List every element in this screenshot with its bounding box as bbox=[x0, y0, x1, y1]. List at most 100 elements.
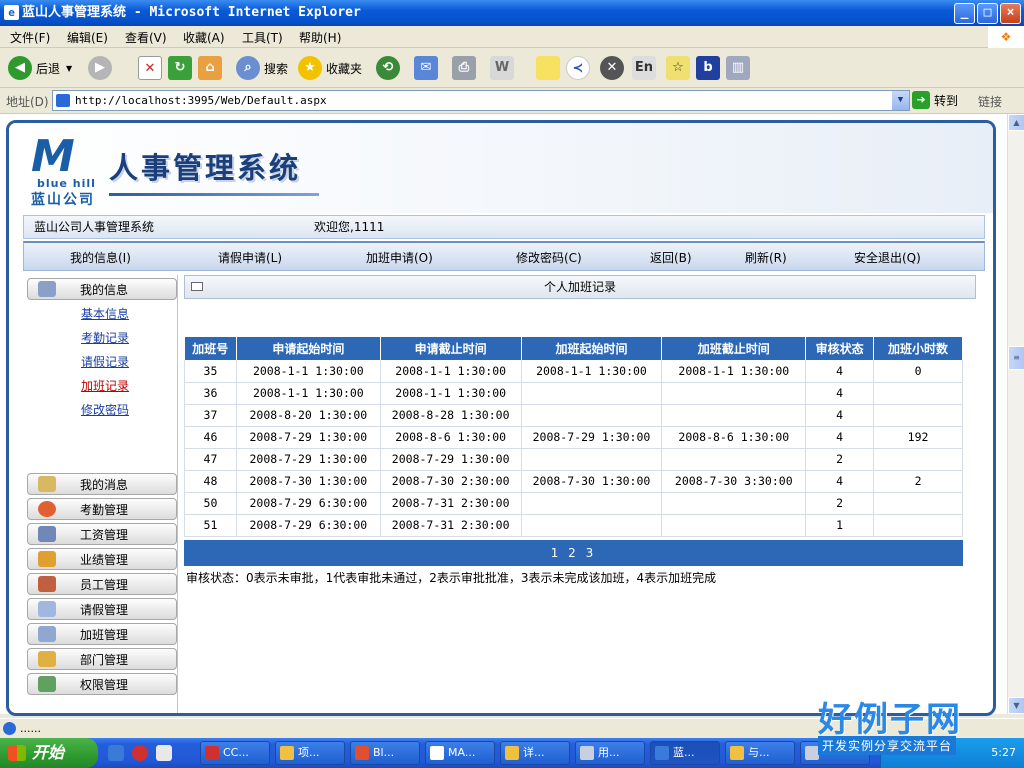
task-label: 用... bbox=[598, 746, 620, 759]
task-item[interactable]: CC... bbox=[200, 741, 270, 765]
search-button[interactable]: ⌕ 搜索 bbox=[236, 54, 288, 82]
watermark-subtitle: 开发实例分享交流平台 bbox=[818, 736, 957, 755]
clock[interactable]: 5:27 bbox=[991, 746, 1016, 759]
search-label: 搜索 bbox=[264, 61, 289, 76]
star-icon: ★ bbox=[298, 56, 322, 80]
task-item[interactable]: 详... bbox=[500, 741, 570, 765]
sidebar-group-leave[interactable]: 请假管理 bbox=[27, 598, 177, 620]
menu-tools[interactable]: 工具(T) bbox=[242, 29, 283, 46]
sidebar-item-attendance[interactable]: 考勤记录 bbox=[81, 329, 129, 346]
pager[interactable]: 1 2 3 bbox=[184, 540, 963, 566]
scroll-down-icon[interactable]: ▼ bbox=[1008, 697, 1024, 714]
tool-b-icon: b bbox=[696, 56, 720, 80]
nav-leave-apply[interactable]: 请假申请(L) bbox=[218, 249, 282, 266]
notes-button[interactable] bbox=[536, 54, 560, 82]
col-header: 加班小时数 bbox=[873, 337, 963, 360]
table-cell: 51 bbox=[184, 514, 237, 537]
table-cell bbox=[661, 492, 807, 515]
task-label: CC... bbox=[223, 746, 249, 759]
close-tab-button[interactable]: ✕ bbox=[600, 54, 624, 82]
sidebar-group-label: 员工管理 bbox=[80, 577, 129, 592]
sidebar-group-performance[interactable]: 业绩管理 bbox=[27, 548, 177, 570]
sidebar-group-departments[interactable]: 部门管理 bbox=[27, 648, 177, 670]
history-button[interactable]: ⟲ bbox=[376, 54, 400, 82]
sidebar-group-attendance[interactable]: 考勤管理 bbox=[27, 498, 177, 520]
links-button[interactable]: 链接 bbox=[978, 93, 1002, 110]
address-input[interactable]: http://localhost:3995/Web/Default.aspx ▼ bbox=[52, 90, 910, 111]
task-item[interactable]: Bl... bbox=[350, 741, 420, 765]
edit-button[interactable]: W bbox=[490, 54, 514, 82]
tool-1-button[interactable]: En bbox=[632, 54, 656, 82]
sidebar-item-basic-info[interactable]: 基本信息 bbox=[81, 305, 129, 322]
menu-favorites[interactable]: 收藏(A) bbox=[183, 29, 225, 46]
sidebar-group-label: 请假管理 bbox=[80, 602, 129, 617]
col-header: 加班号 bbox=[184, 337, 237, 360]
task-item[interactable]: 项... bbox=[275, 741, 345, 765]
vertical-scrollbar[interactable]: ▲ ≡ ▼ bbox=[1007, 114, 1024, 714]
menu-help[interactable]: 帮助(H) bbox=[299, 29, 341, 46]
stop-button[interactable]: ✕ bbox=[138, 54, 162, 82]
nav-overtime-apply[interactable]: 加班申请(O) bbox=[366, 249, 433, 266]
performance-icon bbox=[38, 551, 56, 567]
table-row: 50 2008-7-29 6:30:00 2008-7-31 2:30:00 2 bbox=[184, 492, 963, 515]
forward-button[interactable]: ▶ bbox=[88, 54, 112, 82]
home-button[interactable]: ⌂ bbox=[198, 54, 222, 82]
print-button[interactable]: ⎙ bbox=[452, 54, 476, 82]
sidebar-item-overtime-records[interactable]: 加班记录 bbox=[81, 377, 129, 394]
nav-back[interactable]: 返回(B) bbox=[650, 249, 692, 266]
sidebar-group-messages[interactable]: 我的消息 bbox=[27, 473, 177, 495]
favorites-button[interactable]: ★ 收藏夹 bbox=[298, 54, 362, 82]
nav-change-password[interactable]: 修改密码(C) bbox=[516, 249, 582, 266]
task-item[interactable]: 与... bbox=[725, 741, 795, 765]
sidebar-item-change-password[interactable]: 修改密码 bbox=[81, 401, 129, 418]
sidebar-group-salary[interactable]: 工资管理 bbox=[27, 523, 177, 545]
sidebar-group-overtime[interactable]: 加班管理 bbox=[27, 623, 177, 645]
table-row: 35 2008-1-1 1:30:00 2008-1-1 1:30:00 2008-1… bbox=[184, 360, 963, 383]
minimize-button[interactable]: _ bbox=[954, 3, 975, 24]
menu-bar: 文件(F) 编辑(E) 查看(V) 收藏(A) 工具(T) 帮助(H) bbox=[0, 26, 1024, 48]
tool-2-button[interactable]: ☆ bbox=[666, 54, 690, 82]
watermark-logo: 好例子网 开发实例分享交流平台 bbox=[818, 692, 990, 762]
menu-file[interactable]: 文件(F) bbox=[10, 29, 50, 46]
nav-refresh[interactable]: 刷新(R) bbox=[745, 249, 787, 266]
scroll-thumb[interactable]: ≡ bbox=[1008, 346, 1024, 370]
back-button[interactable]: ◀ 后退 ▼ bbox=[8, 54, 72, 82]
sidebar-item-leave-records[interactable]: 请假记录 bbox=[81, 353, 129, 370]
welcome-text: 欢迎您,1111 bbox=[314, 220, 385, 234]
menu-edit[interactable]: 编辑(E) bbox=[67, 29, 108, 46]
messenger-button[interactable]: ≺ bbox=[566, 54, 590, 82]
info-bar: 蓝山公司人事管理系统 欢迎您,1111 bbox=[23, 215, 985, 239]
mail-button[interactable]: ✉ bbox=[414, 54, 438, 82]
quicklaunch-ie-icon[interactable] bbox=[108, 745, 124, 761]
task-item-active[interactable]: 蓝... bbox=[650, 741, 720, 765]
refresh-icon: ↻ bbox=[168, 56, 192, 80]
table-cell: 2008-8-28 1:30:00 bbox=[380, 404, 522, 427]
task-item[interactable]: MA... bbox=[425, 741, 495, 765]
task-label: 详... bbox=[523, 746, 545, 759]
table-cell: 4 bbox=[805, 360, 875, 383]
table-cell: 35 bbox=[184, 360, 237, 383]
menu-view[interactable]: 查看(V) bbox=[125, 29, 167, 46]
tool-4-button[interactable]: ▥ bbox=[726, 54, 750, 82]
quicklaunch-app-icon[interactable] bbox=[132, 745, 148, 761]
nav-logout[interactable]: 安全退出(Q) bbox=[854, 249, 921, 266]
tool-3-button[interactable]: b bbox=[696, 54, 720, 82]
sidebar-group-employees[interactable]: 员工管理 bbox=[27, 573, 177, 595]
sidebar-group-permissions[interactable]: 权限管理 bbox=[27, 673, 177, 695]
window-icon bbox=[805, 746, 819, 760]
table-cell: 2008-7-29 1:30:00 bbox=[236, 426, 381, 449]
go-button[interactable]: ➜ 转到 bbox=[912, 91, 958, 109]
people-icon bbox=[38, 576, 56, 592]
address-dropdown-icon[interactable]: ▼ bbox=[892, 91, 909, 110]
start-button[interactable]: 开始 bbox=[0, 738, 98, 768]
note-icon bbox=[730, 746, 744, 760]
maximize-button[interactable]: □ bbox=[977, 3, 998, 24]
quicklaunch-desktop-icon[interactable] bbox=[156, 745, 172, 761]
scroll-up-icon[interactable]: ▲ bbox=[1008, 114, 1024, 131]
table-cell: 192 bbox=[873, 426, 963, 449]
task-item[interactable]: 用... bbox=[575, 741, 645, 765]
nav-my-info[interactable]: 我的信息(I) bbox=[70, 249, 131, 266]
close-button[interactable]: × bbox=[1000, 3, 1021, 24]
refresh-button[interactable]: ↻ bbox=[168, 54, 192, 82]
sidebar-header-my-info[interactable]: 我的信息 bbox=[27, 278, 177, 300]
